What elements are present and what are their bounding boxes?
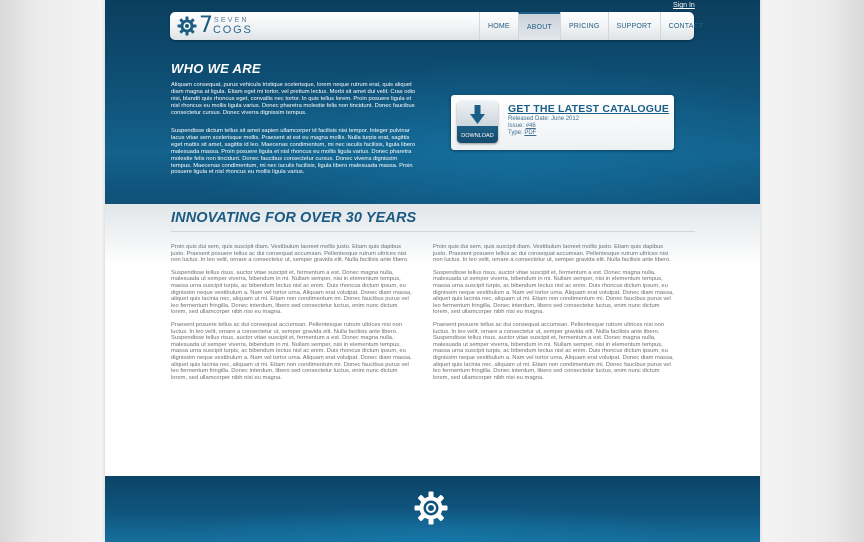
download-button-label: DOWNLOAD xyxy=(461,133,494,139)
right-text-column: Proin quis dui sem, quis suscipit diam. … xyxy=(433,244,676,387)
nav-item-contact[interactable]: CONTACT xyxy=(659,12,712,40)
body-paragraph: Proin quis dui sem, quis suscipit diam. … xyxy=(433,244,671,264)
hero-paragraph: Suspendisse dictum tellus sit amet sapie… xyxy=(171,128,416,176)
hero-section: Sign In 7 SEVEN COGS HOME ABOUT PRICING … xyxy=(105,0,760,204)
catalogue-title-link[interactable]: GET THE LATEST CATALOGUE xyxy=(508,103,669,115)
footer xyxy=(105,476,760,542)
body-paragraph: Praesent posuere tellus ac dui consequat… xyxy=(171,321,412,381)
body-paragraph: Praesent posuere tellus ac dui consequat… xyxy=(433,321,674,381)
body-paragraph: Suspendisse tellus risus, auctor vitae s… xyxy=(433,269,674,316)
body-paragraph: Proin quis dui sem, quis suscipit diam. … xyxy=(171,244,409,264)
catalogue-issue-label: Issue: xyxy=(508,123,526,129)
catalogue-type-link[interactable]: PDF xyxy=(524,130,536,136)
catalogue-release-date: Released Date: June 2012 xyxy=(508,116,580,122)
nav-item-home[interactable]: HOME xyxy=(479,12,518,40)
left-text-column: Proin quis dui sem, quis suscipit diam. … xyxy=(171,244,414,387)
who-we-are-heading: WHO WE ARE xyxy=(171,61,261,76)
catalogue-type: Type: PDF xyxy=(508,130,536,137)
gear-icon xyxy=(177,16,197,36)
logo-number: 7 xyxy=(199,13,213,38)
top-navbar: 7 SEVEN COGS HOME ABOUT PRICING SUPPORT … xyxy=(170,12,703,40)
download-arrow-icon xyxy=(470,105,485,124)
innovating-heading: INNOVATING FOR OVER 30 YEARS xyxy=(171,210,417,226)
divider xyxy=(171,231,695,232)
hero-paragraph: Aliquam consequat, purus vehicula tristi… xyxy=(171,82,416,116)
catalogue-issue: Issue: #46 xyxy=(508,123,536,130)
nav-item-about[interactable]: ABOUT xyxy=(517,12,560,40)
page: Sign In 7 SEVEN COGS HOME ABOUT PRICING … xyxy=(105,0,760,542)
body-paragraph: Suspendisse tellus risus, auctor vitae s… xyxy=(171,269,412,316)
nav-item-pricing[interactable]: PRICING xyxy=(559,12,608,40)
download-button[interactable]: DOWNLOAD xyxy=(457,101,498,143)
nav-item-support[interactable]: SUPPORT xyxy=(607,12,660,40)
catalogue-type-label: Type: xyxy=(508,130,525,136)
catalogue-issue-link[interactable]: #46 xyxy=(526,123,536,129)
sign-in-link[interactable]: Sign In xyxy=(673,2,695,9)
gear-icon xyxy=(414,491,448,525)
logo-word-cogs: COGS xyxy=(213,24,253,36)
catalogue-card: DOWNLOAD GET THE LATEST CATALOGUE Releas… xyxy=(451,95,674,150)
main-nav: HOME ABOUT PRICING SUPPORT CONTACT xyxy=(479,12,711,40)
